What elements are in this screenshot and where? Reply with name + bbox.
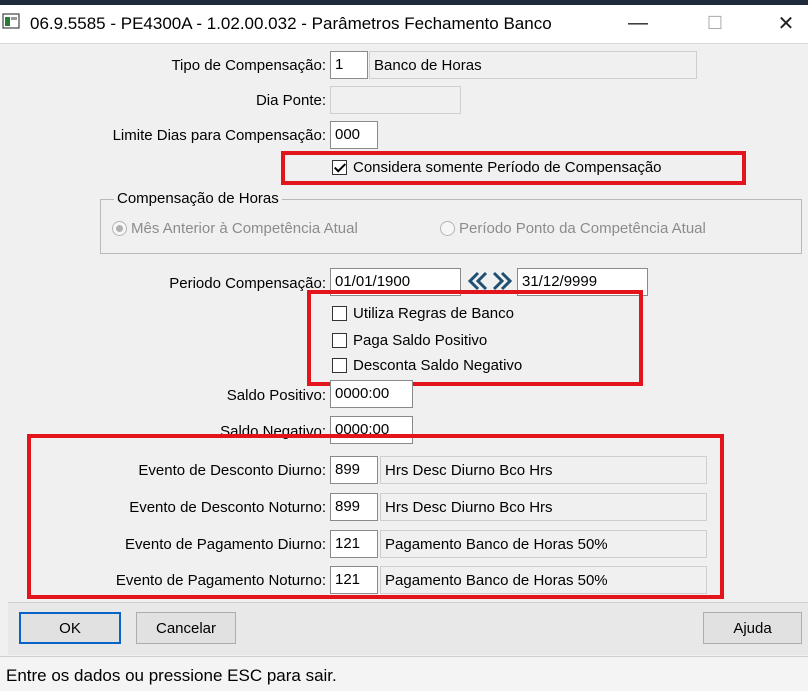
evento-desconto-diurno-code-input[interactable]: 899 bbox=[330, 456, 378, 484]
compensacao-horas-title: Compensação de Horas bbox=[114, 190, 282, 207]
app-icon bbox=[2, 13, 20, 29]
tipo-compensacao-code-input[interactable]: 1 bbox=[330, 51, 368, 79]
evento-pagamento-diurno-label: Evento de Pagamento Diurno: bbox=[125, 536, 326, 553]
window-title: 06.9.5585 - PE4300A - 1.02.00.032 - Parâ… bbox=[30, 14, 552, 33]
saldo-positivo-label: Saldo Positivo: bbox=[226, 387, 326, 404]
saldo-positivo-input[interactable]: 0000:00 bbox=[330, 380, 413, 408]
radio-unselected-icon bbox=[440, 221, 455, 236]
desconta-saldo-negativo-label: Desconta Saldo Negativo bbox=[353, 357, 523, 374]
checkbox-unchecked-icon bbox=[332, 358, 347, 373]
evento-desconto-diurno-label: Evento de Desconto Diurno: bbox=[138, 462, 326, 479]
evento-pagamento-diurno-desc: Pagamento Banco de Horas 50% bbox=[380, 530, 707, 558]
minimize-icon[interactable]: — bbox=[623, 10, 653, 36]
button-bar bbox=[8, 602, 808, 655]
radio-mes-anterior[interactable]: Mês Anterior à Competência Atual bbox=[112, 220, 358, 237]
utiliza-regras-label: Utiliza Regras de Banco bbox=[353, 305, 514, 322]
radio-periodo-ponto-label: Período Ponto da Competência Atual bbox=[459, 220, 706, 237]
period-navigation-arrows-icon[interactable] bbox=[466, 270, 514, 292]
status-text: Entre os dados ou pressione ESC para sai… bbox=[6, 666, 337, 685]
periodo-compensacao-label: Periodo Compensação: bbox=[169, 275, 326, 292]
considera-periodo-checkbox[interactable]: Considera somente Período de Compensação bbox=[332, 159, 662, 176]
evento-desconto-noturno-label: Evento de Desconto Noturno: bbox=[129, 499, 326, 516]
radio-periodo-ponto[interactable]: Período Ponto da Competência Atual bbox=[440, 220, 706, 237]
paga-saldo-positivo-label: Paga Saldo Positivo bbox=[353, 332, 488, 349]
maximize-icon[interactable]: ☐ bbox=[700, 10, 730, 36]
desconta-saldo-negativo-checkbox[interactable]: Desconta Saldo Negativo bbox=[332, 357, 522, 374]
evento-desconto-noturno-desc: Hrs Desc Diurno Bco Hrs bbox=[380, 493, 707, 521]
radio-selected-icon bbox=[112, 221, 127, 236]
checkbox-unchecked-icon bbox=[332, 333, 347, 348]
paga-saldo-positivo-checkbox[interactable]: Paga Saldo Positivo bbox=[332, 332, 487, 349]
considera-periodo-label: Considera somente Período de Compensação bbox=[353, 159, 662, 176]
ok-button[interactable]: OK bbox=[19, 612, 121, 644]
close-icon[interactable]: ✕ bbox=[771, 10, 801, 36]
evento-pagamento-noturno-code-input[interactable]: 121 bbox=[330, 566, 378, 594]
dia-ponte-label: Dia Ponte: bbox=[255, 92, 326, 109]
radio-mes-anterior-label: Mês Anterior à Competência Atual bbox=[131, 220, 358, 237]
evento-pagamento-diurno-code-input[interactable]: 121 bbox=[330, 530, 378, 558]
evento-desconto-noturno-code-input[interactable]: 899 bbox=[330, 493, 378, 521]
tipo-compensacao-desc: Banco de Horas bbox=[369, 51, 697, 79]
help-button[interactable]: Ajuda bbox=[703, 612, 802, 644]
checkbox-checked-icon bbox=[332, 160, 347, 175]
evento-desconto-diurno-desc: Hrs Desc Diurno Bco Hrs bbox=[380, 456, 707, 484]
limite-dias-label: Limite Dias para Compensação: bbox=[112, 127, 326, 144]
cancel-button[interactable]: Cancelar bbox=[136, 612, 236, 644]
dia-ponte-input[interactable] bbox=[330, 86, 461, 114]
utiliza-regras-checkbox[interactable]: Utiliza Regras de Banco bbox=[332, 305, 514, 322]
checkbox-unchecked-icon bbox=[332, 306, 347, 321]
evento-pagamento-noturno-desc: Pagamento Banco de Horas 50% bbox=[380, 566, 707, 594]
evento-pagamento-noturno-label: Evento de Pagamento Noturno: bbox=[115, 572, 326, 589]
limite-dias-input[interactable]: 000 bbox=[330, 121, 378, 149]
tipo-compensacao-label: Tipo de Compensação: bbox=[171, 57, 326, 74]
